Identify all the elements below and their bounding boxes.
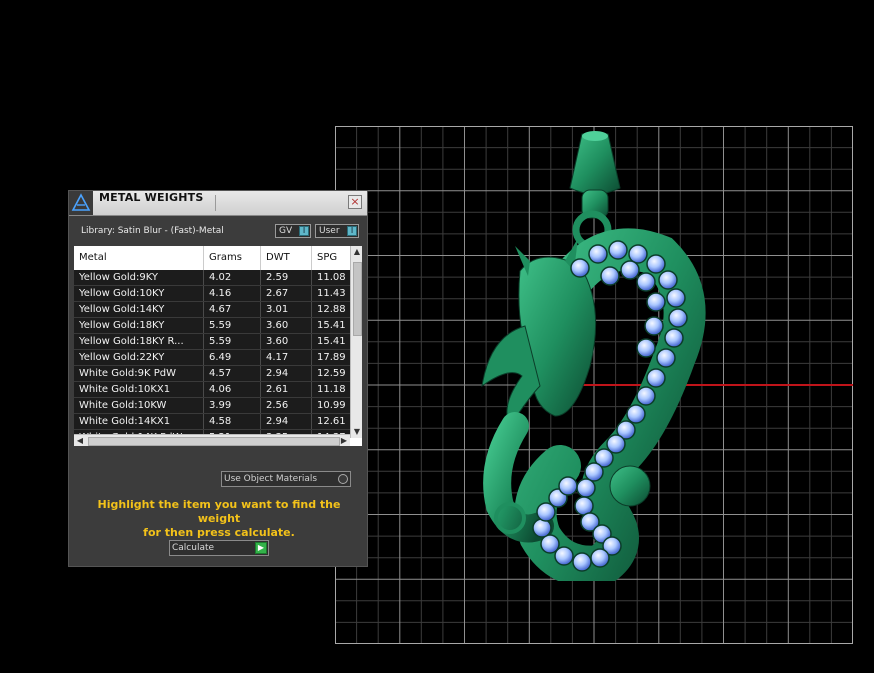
instruction-text: Highlight the item you want to find the … [81, 498, 357, 540]
metal-cell: Yellow Gold:9KY [74, 270, 204, 285]
table-row[interactable]: Yellow Gold:14KY 4.67 3.01 12.88 [74, 302, 350, 318]
radio-icon[interactable] [338, 474, 348, 484]
grams-cell: 4.02 [204, 270, 261, 285]
spg-cell: 17.89 [317, 352, 346, 363]
spg-cell: 11.08 [317, 272, 346, 283]
grams-cell: 4.67 [204, 302, 261, 317]
grams-cell: 3.99 [204, 398, 261, 413]
calculate-button[interactable]: Calculate ▶ [169, 540, 269, 556]
scroll-up-icon[interactable]: ▲ [351, 246, 362, 258]
instruction-line-2: for then press calculate. [143, 526, 295, 539]
panel-title: METAL WEIGHTS [99, 191, 204, 204]
scroll-down-icon[interactable]: ▼ [351, 426, 362, 438]
spg-cell: 12.88 [317, 304, 346, 315]
metal-cell: White Gold:9K PdW [74, 366, 204, 381]
user-toggle[interactable]: User I [315, 224, 359, 238]
instruction-line-1: Highlight the item you want to find the … [97, 498, 341, 525]
grams-cell: 4.58 [204, 414, 261, 429]
spg-cell: 15.41 [317, 320, 346, 331]
metal-cell: White Gold:10KW [74, 398, 204, 413]
spg-cell: 11.43 [317, 288, 346, 299]
metal-cell: Yellow Gold:18KY R... [74, 334, 204, 349]
table-row[interactable]: Yellow Gold:18KY R... 5.59 3.60 15.41 [74, 334, 350, 350]
horizontal-scrollbar[interactable]: ◀ ▶ [74, 434, 350, 446]
dwt-cell: 2.56 [261, 398, 312, 413]
metal-cell: Yellow Gold:14KY [74, 302, 204, 317]
dragon-pendant-model[interactable] [470, 126, 710, 581]
dwt-cell: 2.94 [261, 414, 312, 429]
dwt-cell: 2.61 [261, 382, 312, 397]
table-row[interactable]: Yellow Gold:18KY 5.59 3.60 15.41 [74, 318, 350, 334]
dwt-cell: 3.60 [261, 318, 312, 333]
table-row[interactable]: White Gold:10KW 3.99 2.56 10.99 [74, 398, 350, 414]
table-row[interactable]: Yellow Gold:10KY 4.16 2.67 11.43 [74, 286, 350, 302]
grams-cell: 4.57 [204, 366, 261, 381]
spg-cell: 12.61 [317, 416, 346, 427]
user-toggle-knob: I [347, 226, 357, 236]
app-logo-icon [69, 191, 93, 215]
vertical-scrollbar[interactable]: ▲ ▼ [350, 246, 362, 438]
spg-cell: 10.99 [317, 400, 346, 411]
column-header-metal[interactable]: Metal [74, 246, 204, 270]
table-row[interactable]: White Gold:14KX1 4.58 2.94 12.61 [74, 414, 350, 430]
dwt-cell: 4.17 [261, 350, 312, 365]
scroll-left-icon[interactable]: ◀ [74, 435, 86, 446]
gv-toggle-knob: I [299, 226, 309, 236]
user-toggle-label: User [319, 226, 340, 236]
metal-cell: White Gold:14KX1 [74, 414, 204, 429]
dwt-cell: 3.01 [261, 302, 312, 317]
dwt-cell: 2.94 [261, 366, 312, 381]
play-arrow-icon[interactable]: ▶ [255, 542, 267, 554]
metal-weights-panel: METAL WEIGHTS × Library: Satin Blur - (F… [68, 190, 368, 567]
column-header-spg[interactable]: SPG [312, 246, 350, 270]
spg-cell: 11.18 [317, 384, 346, 395]
table-row[interactable]: White Gold:9K PdW 4.57 2.94 12.59 [74, 366, 350, 382]
dwt-cell: 2.67 [261, 286, 312, 301]
close-icon[interactable]: × [348, 195, 362, 209]
horizontal-scroll-thumb[interactable] [88, 437, 340, 446]
column-header-grams[interactable]: Grams [204, 246, 261, 270]
metal-cell: Yellow Gold:10KY [74, 286, 204, 301]
grams-cell: 6.49 [204, 350, 261, 365]
dwt-cell: 2.59 [261, 270, 312, 285]
column-header-dwt[interactable]: DWT [261, 246, 312, 270]
grams-cell: 4.06 [204, 382, 261, 397]
gv-toggle[interactable]: GV I [275, 224, 311, 238]
dwt-cell: 3.60 [261, 334, 312, 349]
table-body: Yellow Gold:9KY 4.02 2.59 11.08 Yellow Gold:… [74, 270, 350, 446]
gv-toggle-label: GV [279, 226, 293, 236]
use-object-materials-toggle[interactable]: Use Object Materials [221, 471, 351, 487]
spg-cell: 12.59 [317, 368, 346, 379]
calculate-label: Calculate [172, 543, 215, 553]
title-divider [215, 195, 216, 211]
metal-cell: Yellow Gold:22KY [74, 350, 204, 365]
grams-cell: 4.16 [204, 286, 261, 301]
table-header: Metal Grams DWT SPG [74, 246, 350, 271]
table-row[interactable]: Yellow Gold:22KY 6.49 4.17 17.89 [74, 350, 350, 366]
panel-titlebar[interactable]: METAL WEIGHTS × [69, 191, 367, 216]
metal-weights-table: Metal Grams DWT SPG Yellow Gold:9KY 4.02 2… [74, 246, 362, 446]
spg-cell: 15.41 [317, 336, 346, 347]
metal-cell: Yellow Gold:18KY [74, 318, 204, 333]
library-label: Library: Satin Blur - (Fast)-Metal [81, 226, 224, 236]
table-row[interactable]: Yellow Gold:9KY 4.02 2.59 11.08 [74, 270, 350, 286]
table-row[interactable]: White Gold:10KX1 4.06 2.61 11.18 [74, 382, 350, 398]
grams-cell: 5.59 [204, 318, 261, 333]
use-object-materials-label: Use Object Materials [224, 474, 318, 484]
vertical-scroll-thumb[interactable] [353, 262, 362, 336]
grams-cell: 5.59 [204, 334, 261, 349]
scroll-right-icon[interactable]: ▶ [338, 435, 350, 446]
metal-cell: White Gold:10KX1 [74, 382, 204, 397]
